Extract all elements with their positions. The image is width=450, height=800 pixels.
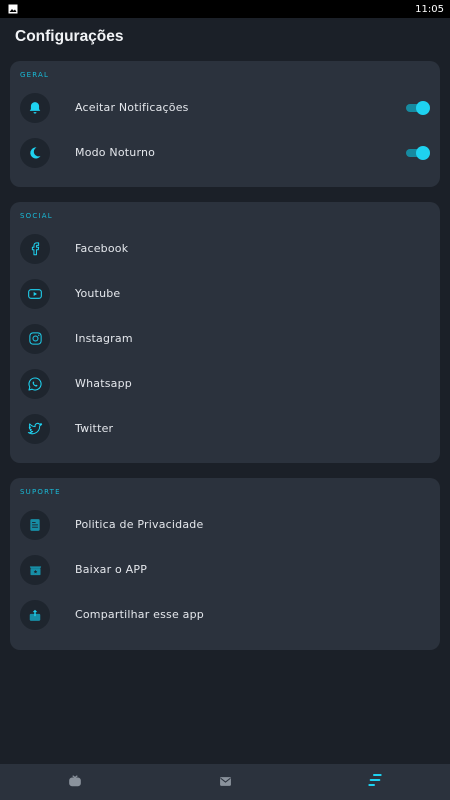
nav-item-mail[interactable]	[195, 764, 255, 800]
instagram-icon	[20, 323, 50, 354]
row-label: Compartilhar esse app	[75, 608, 204, 621]
section-geral: GERAL Aceitar Notificações Modo Noturno	[10, 61, 440, 187]
bottom-navigation	[0, 764, 450, 800]
status-time: 11:05	[415, 3, 444, 15]
support-item-privacy-policy[interactable]: Politica de Privacidade	[10, 502, 440, 547]
twitter-icon	[20, 413, 50, 444]
row-label: Modo Noturno	[75, 146, 156, 159]
support-item-download-app[interactable]: Baixar o APP	[10, 547, 440, 592]
section-social: SOCIAL Facebook Youtube Instagram Whatsa…	[10, 202, 440, 463]
row-label: Aceitar Notificações	[75, 101, 189, 114]
image-notification-icon	[8, 4, 18, 14]
row-label: Instagram	[75, 332, 133, 345]
store-icon	[20, 554, 50, 585]
row-label: Whatsapp	[75, 377, 132, 390]
settings-menu-icon	[367, 772, 383, 792]
social-item-youtube[interactable]: Youtube	[10, 271, 440, 316]
facebook-icon	[20, 233, 50, 264]
dark-mode-toggle[interactable]	[406, 145, 430, 160]
setting-accept-notifications[interactable]: Aceitar Notificações	[10, 85, 440, 130]
row-label: Facebook	[75, 242, 129, 255]
social-item-facebook[interactable]: Facebook	[10, 226, 440, 271]
mail-icon	[219, 773, 232, 792]
section-label-geral: GERAL	[20, 71, 50, 79]
status-bar: 11:05	[0, 0, 450, 18]
section-label-suporte: SUPORTE	[20, 488, 61, 496]
youtube-icon	[20, 278, 50, 309]
nav-item-settings[interactable]	[345, 764, 405, 800]
tv-icon	[68, 773, 82, 792]
row-label: Politica de Privacidade	[75, 518, 204, 531]
section-suporte: SUPORTE Politica de Privacidade Baixar o…	[10, 478, 440, 650]
bell-icon	[20, 92, 50, 123]
social-item-twitter[interactable]: Twitter	[10, 406, 440, 451]
row-label: Youtube	[75, 287, 121, 300]
row-label: Baixar o APP	[75, 563, 148, 576]
section-label-social: SOCIAL	[20, 212, 53, 220]
page-title: Configurações	[15, 28, 124, 45]
whatsapp-icon	[20, 368, 50, 399]
social-item-whatsapp[interactable]: Whatsapp	[10, 361, 440, 406]
share-icon	[20, 599, 50, 630]
moon-icon	[20, 137, 50, 168]
notifications-toggle[interactable]	[406, 100, 430, 115]
row-label: Twitter	[75, 422, 114, 435]
nav-item-tv[interactable]	[45, 764, 105, 800]
document-icon	[20, 509, 50, 540]
social-item-instagram[interactable]: Instagram	[10, 316, 440, 361]
setting-dark-mode[interactable]: Modo Noturno	[10, 130, 440, 175]
support-item-share-app[interactable]: Compartilhar esse app	[10, 592, 440, 637]
